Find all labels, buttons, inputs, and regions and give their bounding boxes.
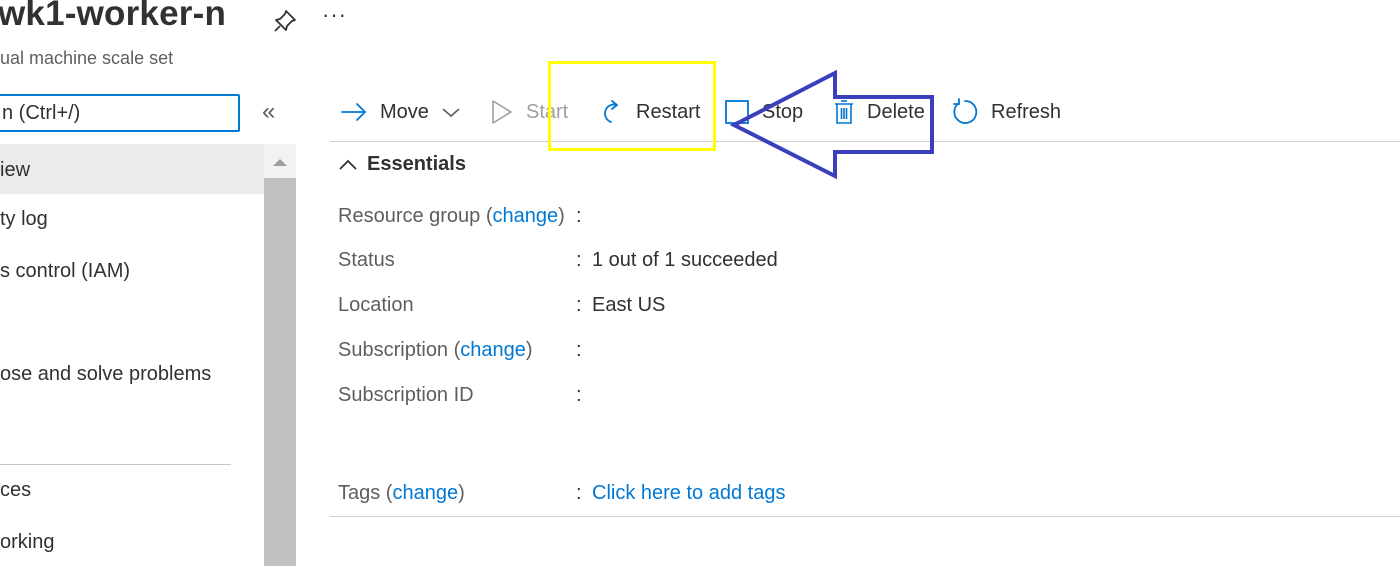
resource-group-colon: : <box>576 205 582 227</box>
chevron-up-icon <box>339 159 357 170</box>
pointer-arrow-icon <box>729 70 934 180</box>
tags-colon: : <box>576 482 582 504</box>
more-options-icon[interactable]: ··· <box>322 2 347 28</box>
subscription-change-link[interactable]: change <box>460 339 526 361</box>
add-tags-link[interactable]: Click here to add tags <box>592 482 785 505</box>
subscription-label: Subscription (change) <box>338 339 533 361</box>
page-title: wk1-worker-n <box>0 0 227 33</box>
scrollbar-thumb[interactable] <box>264 178 296 566</box>
refresh-button[interactable]: Refresh <box>951 94 1061 130</box>
essentials-heading: Essentials <box>367 153 466 175</box>
search-input[interactable] <box>0 94 240 132</box>
location-value: East US <box>592 294 666 316</box>
location-label: Location <box>338 294 414 316</box>
sidebar-item-activity-log[interactable]: ty log <box>0 208 264 231</box>
resource-group-label: Resource group (change) <box>338 205 565 227</box>
refresh-label: Refresh <box>991 100 1062 123</box>
status-label: Status <box>338 249 395 271</box>
pin-icon[interactable] <box>272 8 298 34</box>
sidebar-item-overview[interactable]: iew <box>0 144 264 194</box>
sidebar-item-instances[interactable]: ces <box>0 479 264 502</box>
page-subtitle: ual machine scale set <box>0 48 174 68</box>
move-label: Move <box>380 100 429 123</box>
status-value: 1 out of 1 succeeded <box>592 249 778 271</box>
subscription-id-colon: : <box>576 384 582 406</box>
subscription-colon: : <box>576 339 582 361</box>
sidebar-item-networking[interactable]: orking <box>0 531 264 554</box>
sidebar-item-diagnose[interactable]: ose and solve problems <box>0 363 264 386</box>
subscription-id-label: Subscription ID <box>338 384 474 406</box>
chevron-down-icon <box>442 108 460 118</box>
collapse-sidebar-icon[interactable]: « <box>262 98 275 126</box>
subscription-text: Subscription <box>338 339 449 361</box>
highlight-box <box>548 61 716 151</box>
refresh-icon <box>953 98 978 124</box>
location-colon: : <box>576 294 582 316</box>
resource-group-text: Resource group <box>338 205 481 227</box>
essentials-toggle[interactable]: Essentials <box>338 153 466 176</box>
status-colon: : <box>576 249 582 271</box>
sidebar-item-access-control[interactable]: s control (IAM) <box>0 260 264 283</box>
sidebar-divider <box>0 464 231 465</box>
resource-group-change-link[interactable]: change <box>493 205 559 227</box>
play-icon <box>492 100 512 124</box>
essentials-divider <box>330 516 1400 517</box>
arrow-right-icon <box>341 103 366 121</box>
tags-text: Tags <box>338 482 381 504</box>
tags-change-link[interactable]: change <box>392 482 458 504</box>
move-button[interactable]: Move <box>340 94 461 130</box>
scroll-up-icon[interactable] <box>264 144 296 178</box>
tags-label: Tags (change) <box>338 482 465 504</box>
